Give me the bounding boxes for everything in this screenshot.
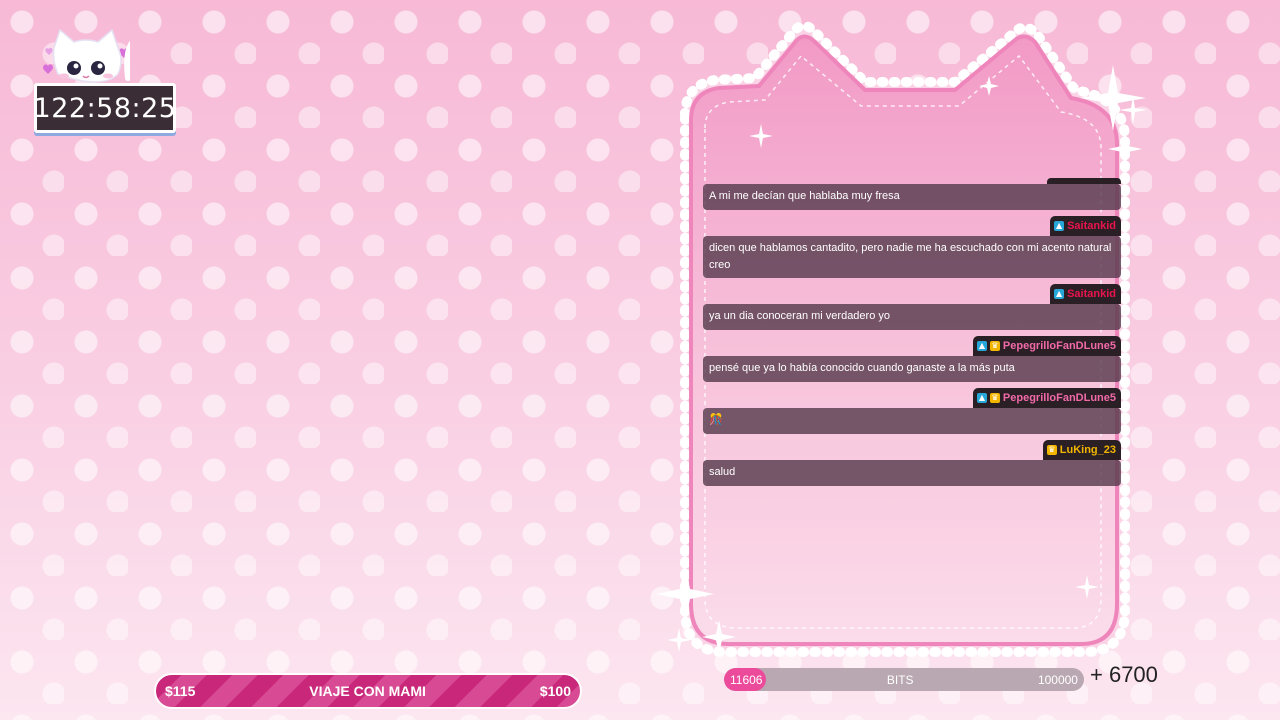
chat-message-list: A mi me decían que hablaba muy fresa ▲ S…: [703, 178, 1121, 492]
prime-badge-icon: ▲: [1054, 221, 1065, 231]
chat-message-text: pensé que ya lo había conocido cuando ga…: [703, 356, 1121, 382]
goal-title: VIAJE CON MAMI: [309, 683, 426, 699]
chat-message-header: ▲ ♛ PepegrilloFanDLune5: [972, 336, 1121, 356]
chat-message: ▲ ♛ PepegrilloFanDLune5 pensé que ya lo …: [703, 336, 1121, 382]
prime-badge-icon: ▲: [976, 341, 987, 351]
chat-message-header: ▲ Saitankid: [1050, 284, 1121, 304]
chat-username[interactable]: PepegrilloFanDLune5: [1003, 340, 1116, 352]
chat-message-text: salud: [703, 460, 1121, 486]
chat-username[interactable]: PepegrilloFanDLune5: [1003, 392, 1116, 404]
prime-badge-icon: ▲: [1054, 289, 1065, 299]
timer-display: 122:58:25: [34, 83, 176, 133]
chat-message-text: A mi me decían que hablaba muy fresa: [703, 184, 1121, 210]
chat-message-text: 🎊: [703, 408, 1121, 434]
chat-message-header: ♛ LuKing_23: [1042, 440, 1121, 460]
chat-message-text: ya un dia conoceran mi verdadero yo: [703, 304, 1121, 330]
chat-message: ▲ Saitankid ya un dia conoceran mi verda…: [703, 284, 1121, 330]
bits-extra-amount: + 6700: [1090, 662, 1158, 687]
timer-widget: 122:58:25: [18, 26, 178, 136]
donation-goal-bar: $115 VIAJE CON MAMI $100: [154, 673, 582, 709]
chat-message-text: dicen que hablamos cantadito, pero nadie…: [703, 236, 1121, 278]
chat-username[interactable]: Saitankid: [1067, 220, 1116, 232]
crown-badge-icon: ♛: [989, 341, 1000, 351]
chat-message: ▲ Saitankid dicen que hablamos cantadito…: [703, 216, 1121, 278]
chat-message-header: ▲ Saitankid: [1050, 216, 1121, 236]
chat-message-header: ▲ ♛ PepegrilloFanDLune5: [972, 388, 1121, 408]
prime-badge-icon: ▲: [976, 393, 987, 403]
chat-message: ♛ LuKing_23 salud: [703, 440, 1121, 486]
goal-current-amount: $115: [165, 683, 196, 699]
crown-badge-icon: ♛: [989, 393, 1000, 403]
goal-target-amount: $100: [539, 683, 571, 699]
crown-badge-icon: ♛: [1046, 445, 1057, 455]
chat-message: ▲ ♛ PepegrilloFanDLune5 🎊: [703, 388, 1121, 434]
bits-label: BITS: [886, 672, 914, 687]
chat-username[interactable]: Saitankid: [1067, 288, 1116, 300]
chat-message: A mi me decían que hablaba muy fresa: [703, 178, 1121, 210]
bits-progress-bar: 11606 BITS 100000: [724, 668, 1084, 691]
timer-value: 122:58:25: [33, 92, 177, 124]
bits-current: 11606: [730, 672, 763, 687]
bits-target: 100000: [1037, 672, 1078, 687]
chat-username[interactable]: LuKing_23: [1060, 444, 1116, 456]
